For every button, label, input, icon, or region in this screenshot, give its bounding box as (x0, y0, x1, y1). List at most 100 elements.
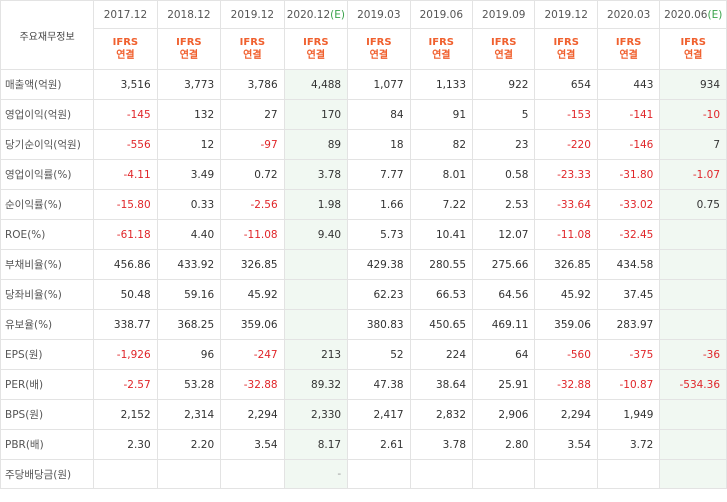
metric-value: 429.38 (347, 249, 411, 280)
metric-value: -32.88 (220, 369, 285, 400)
metric-value: -247 (220, 339, 285, 370)
metric-value: 380.83 (347, 309, 411, 340)
metric-value (409, 459, 474, 489)
metric-value: -534.36 (659, 369, 727, 400)
metric-value: 326.85 (220, 249, 285, 280)
ifrs-standard-text: IFRS (553, 37, 579, 48)
metric-value: -97 (220, 129, 285, 160)
metric-value (156, 459, 222, 489)
ifrs-standard-text: IFRS (176, 37, 202, 48)
metric-label: 영업이익(억원) (0, 99, 95, 130)
metric-value: -61.18 (93, 219, 158, 250)
metric-value: -145 (93, 99, 158, 130)
metric-value: 7 (659, 129, 727, 160)
period-label: 2019.03 (357, 8, 401, 21)
consolidated-text: 연결 (556, 50, 576, 61)
metric-label: 순이익률(%) (0, 189, 95, 220)
metric-label: 당좌비율(%) (0, 279, 95, 310)
metric-value: 5 (472, 99, 536, 130)
metric-value: 64 (472, 339, 536, 370)
period-label: 2018.12 (167, 8, 211, 21)
metric-value: 0.58 (472, 159, 536, 190)
metric-value: -220 (534, 129, 598, 160)
ifrs-standard-text: IFRS (428, 37, 455, 48)
metric-label: 당기순이익(억원) (0, 129, 95, 160)
metric-value: 37.45 (596, 279, 661, 310)
period-label: 2017.12 (103, 8, 148, 21)
period-header: 2020.06(E) (659, 0, 727, 29)
metric-value: 3.78 (409, 429, 474, 460)
metric-value: 359.06 (534, 309, 598, 340)
metric-value: -4.11 (93, 159, 158, 190)
metric-value: -153 (534, 99, 598, 130)
metric-value (283, 249, 349, 280)
ifrs-standard-text: IFRS (491, 37, 517, 48)
metric-value: 2,330 (283, 399, 349, 430)
period-header: 2019.03 (347, 0, 411, 29)
metric-value: -32.45 (596, 219, 661, 250)
metric-value (659, 459, 727, 489)
table-row: 주당배당금(원) - (0, 459, 727, 489)
metric-value: -23.33 (534, 159, 598, 190)
metric-value: -36 (659, 339, 727, 370)
table-row: 매출액(억원) 3,516 3,773 3,786 4,488 1,077 1,133 922… (0, 69, 727, 100)
metric-value: 3.54 (534, 429, 598, 460)
metric-value: 84 (347, 99, 411, 130)
metric-value: 10.41 (409, 219, 474, 250)
metric-value: 469.11 (472, 309, 536, 340)
metric-value: 38.64 (409, 369, 474, 400)
ifrs-basis-label: IFRS 연결 (659, 28, 727, 70)
metric-value: 3,516 (93, 69, 158, 100)
metric-value: 2.61 (347, 429, 411, 460)
consolidated-text: 연결 (432, 50, 451, 61)
period-label: 2019.12 (544, 8, 588, 21)
metric-value (659, 399, 727, 430)
metric-value: 62.23 (347, 279, 411, 310)
metric-value: 2.20 (156, 429, 222, 460)
ifrs-basis-label: IFRS 연결 (347, 28, 411, 70)
metric-value: 0.75 (659, 189, 727, 220)
metric-value: 89 (283, 129, 349, 160)
metric-value: 326.85 (534, 249, 598, 280)
metric-value: -1,926 (93, 339, 158, 370)
ifrs-standard-text: IFRS (239, 37, 266, 48)
metric-value: 1.98 (283, 189, 349, 220)
metric-value: 3.54 (220, 429, 285, 460)
metric-label: 유보율(%) (0, 309, 95, 340)
metric-label: BPS(원) (0, 399, 95, 430)
metric-value: 654 (534, 69, 598, 100)
table-row: 영업이익(억원) -145 132 27 170 84 91 5 -153 -141 -10 (0, 99, 727, 130)
metric-value: 434.58 (596, 249, 661, 280)
metric-value: -32.88 (534, 369, 598, 400)
metric-value (659, 219, 727, 250)
table-row: BPS(원) 2,152 2,314 2,294 2,330 2,417 2,832 2,90… (0, 399, 727, 430)
metric-value (534, 459, 598, 489)
table-row: PBR(배) 2.30 2.20 3.54 8.17 2.61 3.78 2.80 3.54 3.… (0, 429, 727, 460)
metric-value (283, 309, 349, 340)
period-label: 2019.09 (482, 8, 526, 21)
consolidated-text: 연결 (494, 50, 513, 61)
metric-value: -146 (596, 129, 661, 160)
estimate-marker: (E) (707, 8, 723, 21)
ifrs-basis-label: IFRS 연결 (472, 28, 536, 70)
metric-value: 443 (596, 69, 661, 100)
metric-value: 8.17 (283, 429, 349, 460)
period-label: 2019.12 (230, 8, 275, 21)
metric-label: ROE(%) (0, 219, 95, 250)
consolidated-text: 연결 (179, 50, 199, 61)
period-header: 2017.12 (93, 0, 158, 29)
metric-value: -2.57 (93, 369, 158, 400)
period-header: 2019.12 (534, 0, 598, 29)
period-header-row: 주요재무정보 2017.12 2018.12 2019.12 2020.12(E) 20… (0, 0, 727, 70)
metric-value: 224 (409, 339, 474, 370)
metric-value: 456.86 (93, 249, 158, 280)
period-header: 2018.12 (156, 0, 222, 29)
metric-value (347, 459, 411, 489)
metric-value (472, 459, 536, 489)
metric-value: 59.16 (156, 279, 222, 310)
metric-value: 12.07 (472, 219, 536, 250)
metric-value: 2,832 (409, 399, 474, 430)
table-row: 당좌비율(%) 50.48 59.16 45.92 62.23 66.53 64.56 45.… (0, 279, 727, 310)
metric-value: 132 (156, 99, 222, 130)
row-label-header: 주요재무정보 (0, 0, 95, 70)
